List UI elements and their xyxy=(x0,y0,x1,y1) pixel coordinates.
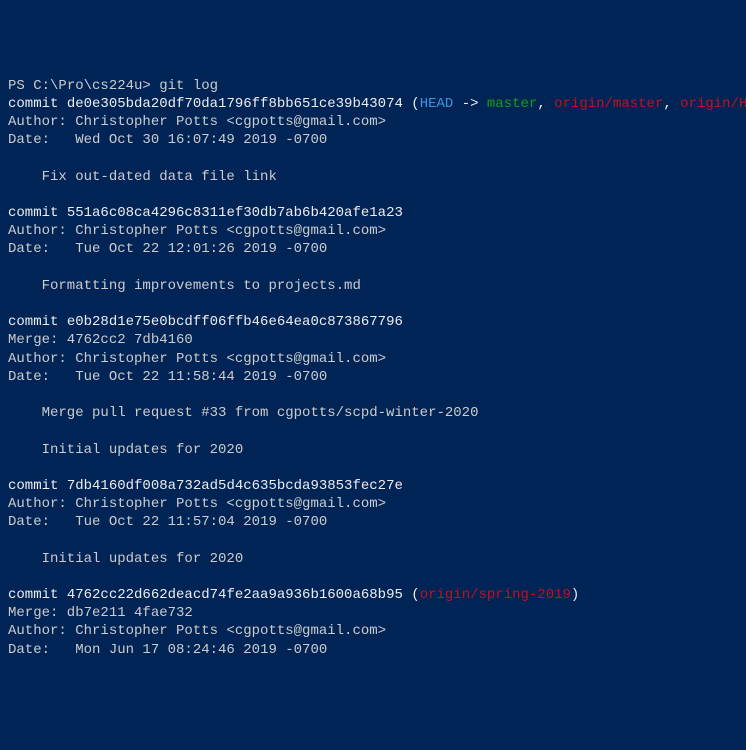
author-line: Author: Christopher Potts <cgpotts@gmail… xyxy=(8,622,738,640)
commit-message: Formatting improvements to projects.md xyxy=(8,277,738,295)
commit-prefix: commit xyxy=(8,587,67,603)
comma: , xyxy=(663,96,680,112)
blank-line xyxy=(8,422,738,440)
commit-prefix: commit xyxy=(8,205,67,221)
blank-line xyxy=(8,459,738,477)
master-ref: master xyxy=(487,96,537,112)
author-line: Author: Christopher Potts <cgpotts@gmail… xyxy=(8,113,738,131)
author-line: Author: Christopher Potts <cgpotts@gmail… xyxy=(8,222,738,240)
prompt-ps: PS xyxy=(8,78,33,94)
author-line: Author: Christopher Potts <cgpotts@gmail… xyxy=(8,495,738,513)
date-line: Date: Tue Oct 22 11:58:44 2019 -0700 xyxy=(8,368,738,386)
paren-close: ) xyxy=(571,587,579,603)
commit-hash: 4762cc22d662deacd74fe2aa9a936b1600a68b95 xyxy=(67,587,403,603)
commit-hash: 7db4160df008a732ad5d4c635bcda93853fec27e xyxy=(67,478,403,494)
date-line: Date: Mon Jun 17 08:24:46 2019 -0700 xyxy=(8,641,738,659)
paren-open: ( xyxy=(403,96,420,112)
commit-prefix: commit xyxy=(8,478,67,494)
date-line: Date: Tue Oct 22 11:57:04 2019 -0700 xyxy=(8,513,738,531)
comma: , xyxy=(537,96,554,112)
commit-prefix: commit xyxy=(8,96,67,112)
commit-message: Initial updates for 2020 xyxy=(8,441,738,459)
terminal-output[interactable]: PS C:\Pro\cs224u> git logcommit de0e305b… xyxy=(8,77,738,659)
commit-hash: de0e305bda20df70da1796ff8bb651ce39b43074 xyxy=(67,96,403,112)
commit-message: Fix out-dated data file link xyxy=(8,168,738,186)
blank-line xyxy=(8,568,738,586)
prompt-line: PS C:\Pro\cs224u> git log xyxy=(8,77,738,95)
prompt-path: C:\Pro\cs224u> xyxy=(33,78,151,94)
commit-line: commit e0b28d1e75e0bcdff06ffb46e64ea0c87… xyxy=(8,313,738,331)
commit-line: commit 4762cc22d662deacd74fe2aa9a936b160… xyxy=(8,586,738,604)
blank-line xyxy=(8,186,738,204)
origin-spring-ref: origin/spring-2019 xyxy=(420,587,571,603)
commit-prefix: commit xyxy=(8,314,67,330)
origin-head-ref: origin/HEAD xyxy=(680,96,746,112)
merge-line: Merge: 4762cc2 7db4160 xyxy=(8,331,738,349)
author-line: Author: Christopher Potts <cgpotts@gmail… xyxy=(8,350,738,368)
blank-line xyxy=(8,150,738,168)
commit-line: commit de0e305bda20df70da1796ff8bb651ce3… xyxy=(8,95,738,113)
commit-hash: 551a6c08ca4296c8311ef30db7ab6b420afe1a23 xyxy=(67,205,403,221)
blank-line xyxy=(8,386,738,404)
date-line: Date: Wed Oct 30 16:07:49 2019 -0700 xyxy=(8,131,738,149)
head-ref: HEAD xyxy=(420,96,454,112)
commit-message: Merge pull request #33 from cgpotts/scpd… xyxy=(8,404,738,422)
blank-line xyxy=(8,531,738,549)
commit-message: Initial updates for 2020 xyxy=(8,550,738,568)
commit-line: commit 7db4160df008a732ad5d4c635bcda9385… xyxy=(8,477,738,495)
blank-line xyxy=(8,295,738,313)
date-line: Date: Tue Oct 22 12:01:26 2019 -0700 xyxy=(8,240,738,258)
commit-line: commit 551a6c08ca4296c8311ef30db7ab6b420… xyxy=(8,204,738,222)
blank-line xyxy=(8,259,738,277)
arrow: -> xyxy=(453,96,487,112)
origin-master-ref: origin/master xyxy=(554,96,663,112)
commit-hash: e0b28d1e75e0bcdff06ffb46e64ea0c873867796 xyxy=(67,314,403,330)
paren-open: ( xyxy=(403,587,420,603)
git-command: git log xyxy=(151,78,218,94)
